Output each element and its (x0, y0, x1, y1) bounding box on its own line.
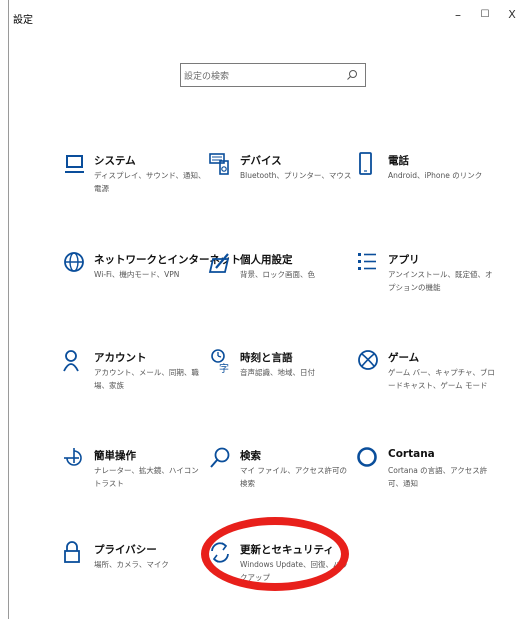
apps-list-icon (358, 253, 376, 270)
item-title: 時刻と言語 (240, 352, 293, 364)
item-description: Android、iPhone のリンク (388, 171, 483, 180)
settings-item-privacy[interactable]: プライバシー 場所、カメラ、マイク (62, 540, 212, 600)
settings-item-ease-of-access[interactable]: 簡単操作 ナレーター、拡大鏡、ハイコントラスト (62, 446, 212, 506)
item-description: 背景、ロック画面、色 (240, 270, 315, 279)
globe-icon (64, 252, 84, 272)
item-title: 個人用設定 (240, 254, 293, 266)
maximize-button[interactable]: ☐ (473, 9, 497, 20)
settings-item-network[interactable]: ネットワークとインターネット Wi-Fi、機内モード、VPN (62, 250, 241, 310)
item-title: ゲーム (388, 352, 420, 364)
lock-icon (64, 541, 80, 563)
cortana-icon (357, 447, 377, 467)
svg-text:字: 字 (219, 362, 229, 374)
search-icon (347, 70, 357, 80)
phone-icon (359, 152, 372, 175)
minimize-button[interactable]: – (446, 8, 470, 22)
settings-item-time-language[interactable]: 字 時刻と言語 音声認識、地域、日付 (208, 348, 358, 408)
close-button[interactable]: X (500, 8, 524, 21)
item-description: アカウント、メール、同期、職場、家族 (94, 368, 199, 390)
refresh-icon (211, 542, 229, 563)
item-title: Cortana (388, 448, 435, 460)
item-description: マイ ファイル、アクセス許可の検索 (240, 466, 348, 488)
item-title: システム (94, 155, 136, 167)
settings-item-system[interactable]: システム ディスプレイ、サウンド、通知、電源 (62, 151, 212, 211)
item-title: 簡単操作 (94, 450, 136, 462)
paint-tablet-icon (208, 253, 230, 273)
item-description: Cortana の言語、アクセス許可、通知 (388, 466, 488, 488)
item-description: Wi-Fi、機内モード、VPN (94, 270, 180, 279)
item-title: 検索 (240, 450, 261, 462)
item-title: アカウント (94, 352, 147, 364)
item-description: 場所、カメラ、マイク (94, 560, 169, 569)
monitor-icon (65, 155, 84, 173)
settings-item-apps[interactable]: アプリ アンインストール、既定値、オプションの機能 (356, 250, 506, 310)
settings-item-accounts[interactable]: アカウント アカウント、メール、同期、職場、家族 (62, 348, 212, 408)
item-description: Bluetooth、プリンター、マウス (240, 171, 352, 180)
item-title: 電話 (388, 155, 409, 167)
settings-item-personalization[interactable]: 個人用設定 背景、ロック画面、色 (208, 250, 358, 310)
settings-search-box[interactable]: 設定の検索 (180, 63, 366, 87)
item-description: ゲーム バー、キャプチャ、ブロードキャスト、ゲーム モード (388, 368, 495, 390)
item-title: 更新とセキュリティ (240, 544, 334, 556)
item-description: ディスプレイ、サウンド、通知、電源 (94, 171, 206, 193)
item-description: ナレーター、拡大鏡、ハイコントラスト (94, 466, 199, 488)
item-description: 音声認識、地域、日付 (240, 368, 315, 377)
item-description: アンインストール、既定値、オプションの機能 (388, 270, 493, 292)
item-title: デバイス (240, 155, 282, 167)
settings-item-update-security[interactable]: 更新とセキュリティ Windows Update、回復、バックアップ (208, 540, 358, 600)
item-description: Windows Update、回復、バックアップ (240, 560, 349, 582)
settings-item-gaming[interactable]: ゲーム ゲーム バー、キャプチャ、ブロードキャスト、ゲーム モード (356, 348, 506, 408)
window-title: 設定 (13, 15, 33, 26)
settings-item-phone[interactable]: 電話 Android、iPhone のリンク (356, 151, 506, 211)
item-title: プライバシー (94, 544, 157, 556)
title-bar: 設定 – ☐ X (9, 0, 524, 40)
person-icon (63, 350, 79, 372)
ease-of-access-icon (64, 448, 82, 466)
search-icon (210, 447, 230, 468)
settings-item-devices[interactable]: デバイス Bluetooth、プリンター、マウス (208, 151, 358, 211)
time-language-icon: 字 (211, 349, 229, 374)
settings-item-search[interactable]: 検索 マイ ファイル、アクセス許可の検索 (208, 446, 358, 506)
window-left-border (8, 0, 9, 619)
item-title: アプリ (388, 254, 420, 266)
keyboard-speaker-icon (209, 153, 229, 175)
search-input[interactable]: 設定の検索 (184, 69, 229, 82)
settings-item-cortana[interactable]: Cortana Cortana の言語、アクセス許可、通知 (356, 446, 506, 506)
xbox-icon (358, 350, 378, 370)
